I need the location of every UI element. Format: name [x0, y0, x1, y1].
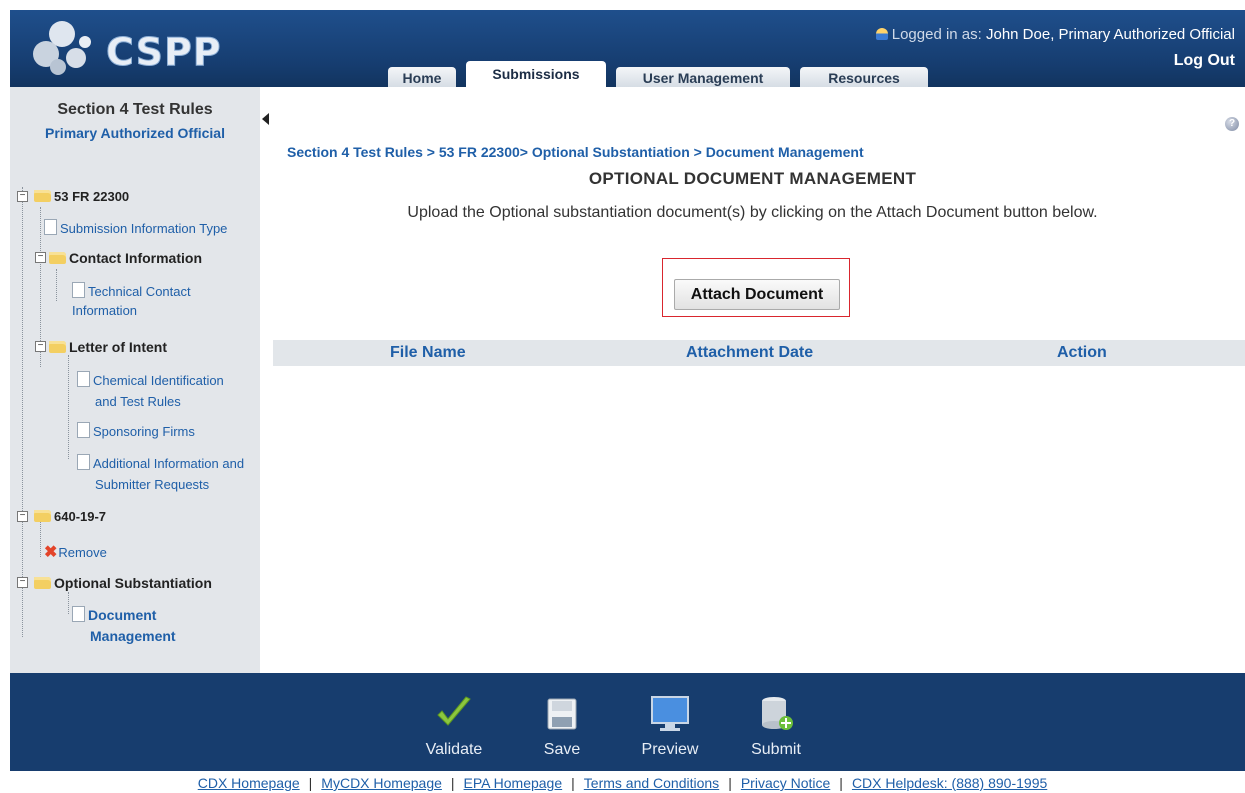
page-title: OPTIONAL DOCUMENT MANAGEMENT [588, 169, 917, 188]
save-label: Save [543, 741, 581, 758]
tree-item-remove[interactable]: ✖Remove [44, 542, 107, 563]
tree-item-document-management[interactable]: Document Management [72, 605, 176, 647]
tree-node-53fr22300[interactable]: 53 FR 22300 [34, 186, 129, 207]
remove-x-icon: ✖ [44, 544, 58, 561]
collapse-toggle[interactable]: − [35, 252, 46, 263]
collapse-toggle[interactable]: − [17, 511, 28, 522]
logo-text: CSPP [106, 30, 222, 75]
document-icon [44, 219, 57, 235]
folder-icon [34, 510, 51, 522]
tree-node-optional-substantiation[interactable]: Optional Substantiation [34, 573, 212, 594]
tree-line [68, 355, 69, 459]
tree-line [22, 187, 23, 637]
tree-item-chemical-identification[interactable]: Chemical Identification and Test Rules [77, 370, 224, 412]
tree-item-sponsoring-firms[interactable]: Sponsoring Firms [77, 421, 195, 442]
folder-icon [49, 341, 66, 353]
link-separator: | [839, 775, 843, 791]
folder-icon [49, 252, 66, 264]
checkmark-icon [437, 696, 471, 726]
help-icon[interactable]: ? [1225, 117, 1239, 131]
collapse-sidebar-icon[interactable] [262, 113, 269, 125]
footer-toolbar: Validate Save Preview Submit [10, 673, 1245, 771]
cdx-helpdesk-link[interactable]: CDX Helpdesk: (888) 890-1995 [852, 775, 1047, 791]
documents-table-header: File Name Attachment Date Action [273, 340, 1245, 366]
cdx-homepage-link[interactable]: CDX Homepage [198, 775, 300, 791]
submit-label: Submit [751, 741, 801, 758]
tab-home[interactable]: Home [388, 67, 456, 87]
breadcrumb: Section 4 Test Rules > 53 FR 22300> Opti… [287, 144, 864, 160]
column-attachment-date[interactable]: Attachment Date [686, 340, 813, 366]
folder-icon [34, 577, 51, 589]
document-icon [77, 454, 90, 470]
link-separator: | [571, 775, 575, 791]
document-icon [77, 371, 90, 387]
tree-line [56, 269, 57, 301]
tree-item-submission-info[interactable]: Submission Information Type [44, 218, 227, 239]
epa-homepage-link[interactable]: EPA Homepage [464, 775, 563, 791]
preview-button[interactable]: Preview [630, 673, 710, 771]
mycdx-homepage-link[interactable]: MyCDX Homepage [321, 775, 442, 791]
validate-button[interactable]: Validate [414, 673, 494, 771]
submit-button[interactable]: Submit [736, 673, 816, 771]
document-icon [77, 422, 90, 438]
collapse-toggle[interactable]: − [17, 191, 28, 202]
tree-item-technical-contact[interactable]: Technical Contact Information [72, 282, 191, 320]
tree-node-letter-of-intent[interactable]: Letter of Intent [49, 337, 167, 358]
tab-submissions[interactable]: Submissions [466, 61, 606, 87]
footer-links: CDX Homepage | MyCDX Homepage | EPA Homepage… [0, 775, 1245, 791]
document-icon [72, 606, 85, 622]
document-icon [72, 282, 85, 298]
molecule-logo-icon [33, 21, 91, 75]
sidebar: Section 4 Test Rules Primary Authorized … [10, 87, 260, 673]
tree-node-640-19-7[interactable]: 640-19-7 [34, 506, 106, 527]
instructions-text: Upload the Optional substantiation docum… [407, 204, 1098, 221]
preview-label: Preview [641, 741, 699, 758]
attach-document-button[interactable]: Attach Document [674, 279, 840, 310]
logged-in-info: Logged in as: John Doe, Primary Authoriz… [875, 26, 1235, 43]
save-button[interactable]: Save [522, 673, 602, 771]
logout-link[interactable]: Log Out [1174, 52, 1235, 70]
save-icon [547, 698, 577, 730]
collapse-toggle[interactable]: − [17, 577, 28, 588]
tree-node-contact-information[interactable]: Contact Information [49, 248, 202, 269]
terms-link[interactable]: Terms and Conditions [584, 775, 719, 791]
user-name: John Doe, Primary Authorized Official [985, 26, 1235, 43]
logged-in-label: Logged in as: [891, 26, 982, 43]
folder-icon [34, 190, 51, 202]
sidebar-subtitle: Primary Authorized Official [45, 125, 225, 141]
user-icon [875, 28, 888, 40]
monitor-icon [651, 696, 689, 731]
link-separator: | [308, 775, 313, 791]
app-header: CSPP Logged in as: John Doe, Primary Aut… [10, 10, 1245, 87]
cspp-logo: CSPP [32, 18, 221, 78]
column-action: Action [1057, 344, 1107, 361]
link-separator: | [728, 775, 732, 791]
column-file-name[interactable]: File Name [390, 340, 466, 366]
validate-label: Validate [425, 741, 483, 758]
privacy-notice-link[interactable]: Privacy Notice [741, 775, 830, 791]
tree-line [68, 592, 69, 614]
tab-resources[interactable]: Resources [800, 67, 928, 87]
database-submit-icon [762, 697, 793, 730]
tab-user-management[interactable]: User Management [616, 67, 790, 87]
collapse-toggle[interactable]: − [35, 341, 46, 352]
tree-item-additional-information[interactable]: Additional Information and Submitter Requ… [77, 453, 244, 495]
sidebar-title: Section 4 Test Rules [57, 101, 213, 118]
link-separator: | [450, 775, 455, 791]
